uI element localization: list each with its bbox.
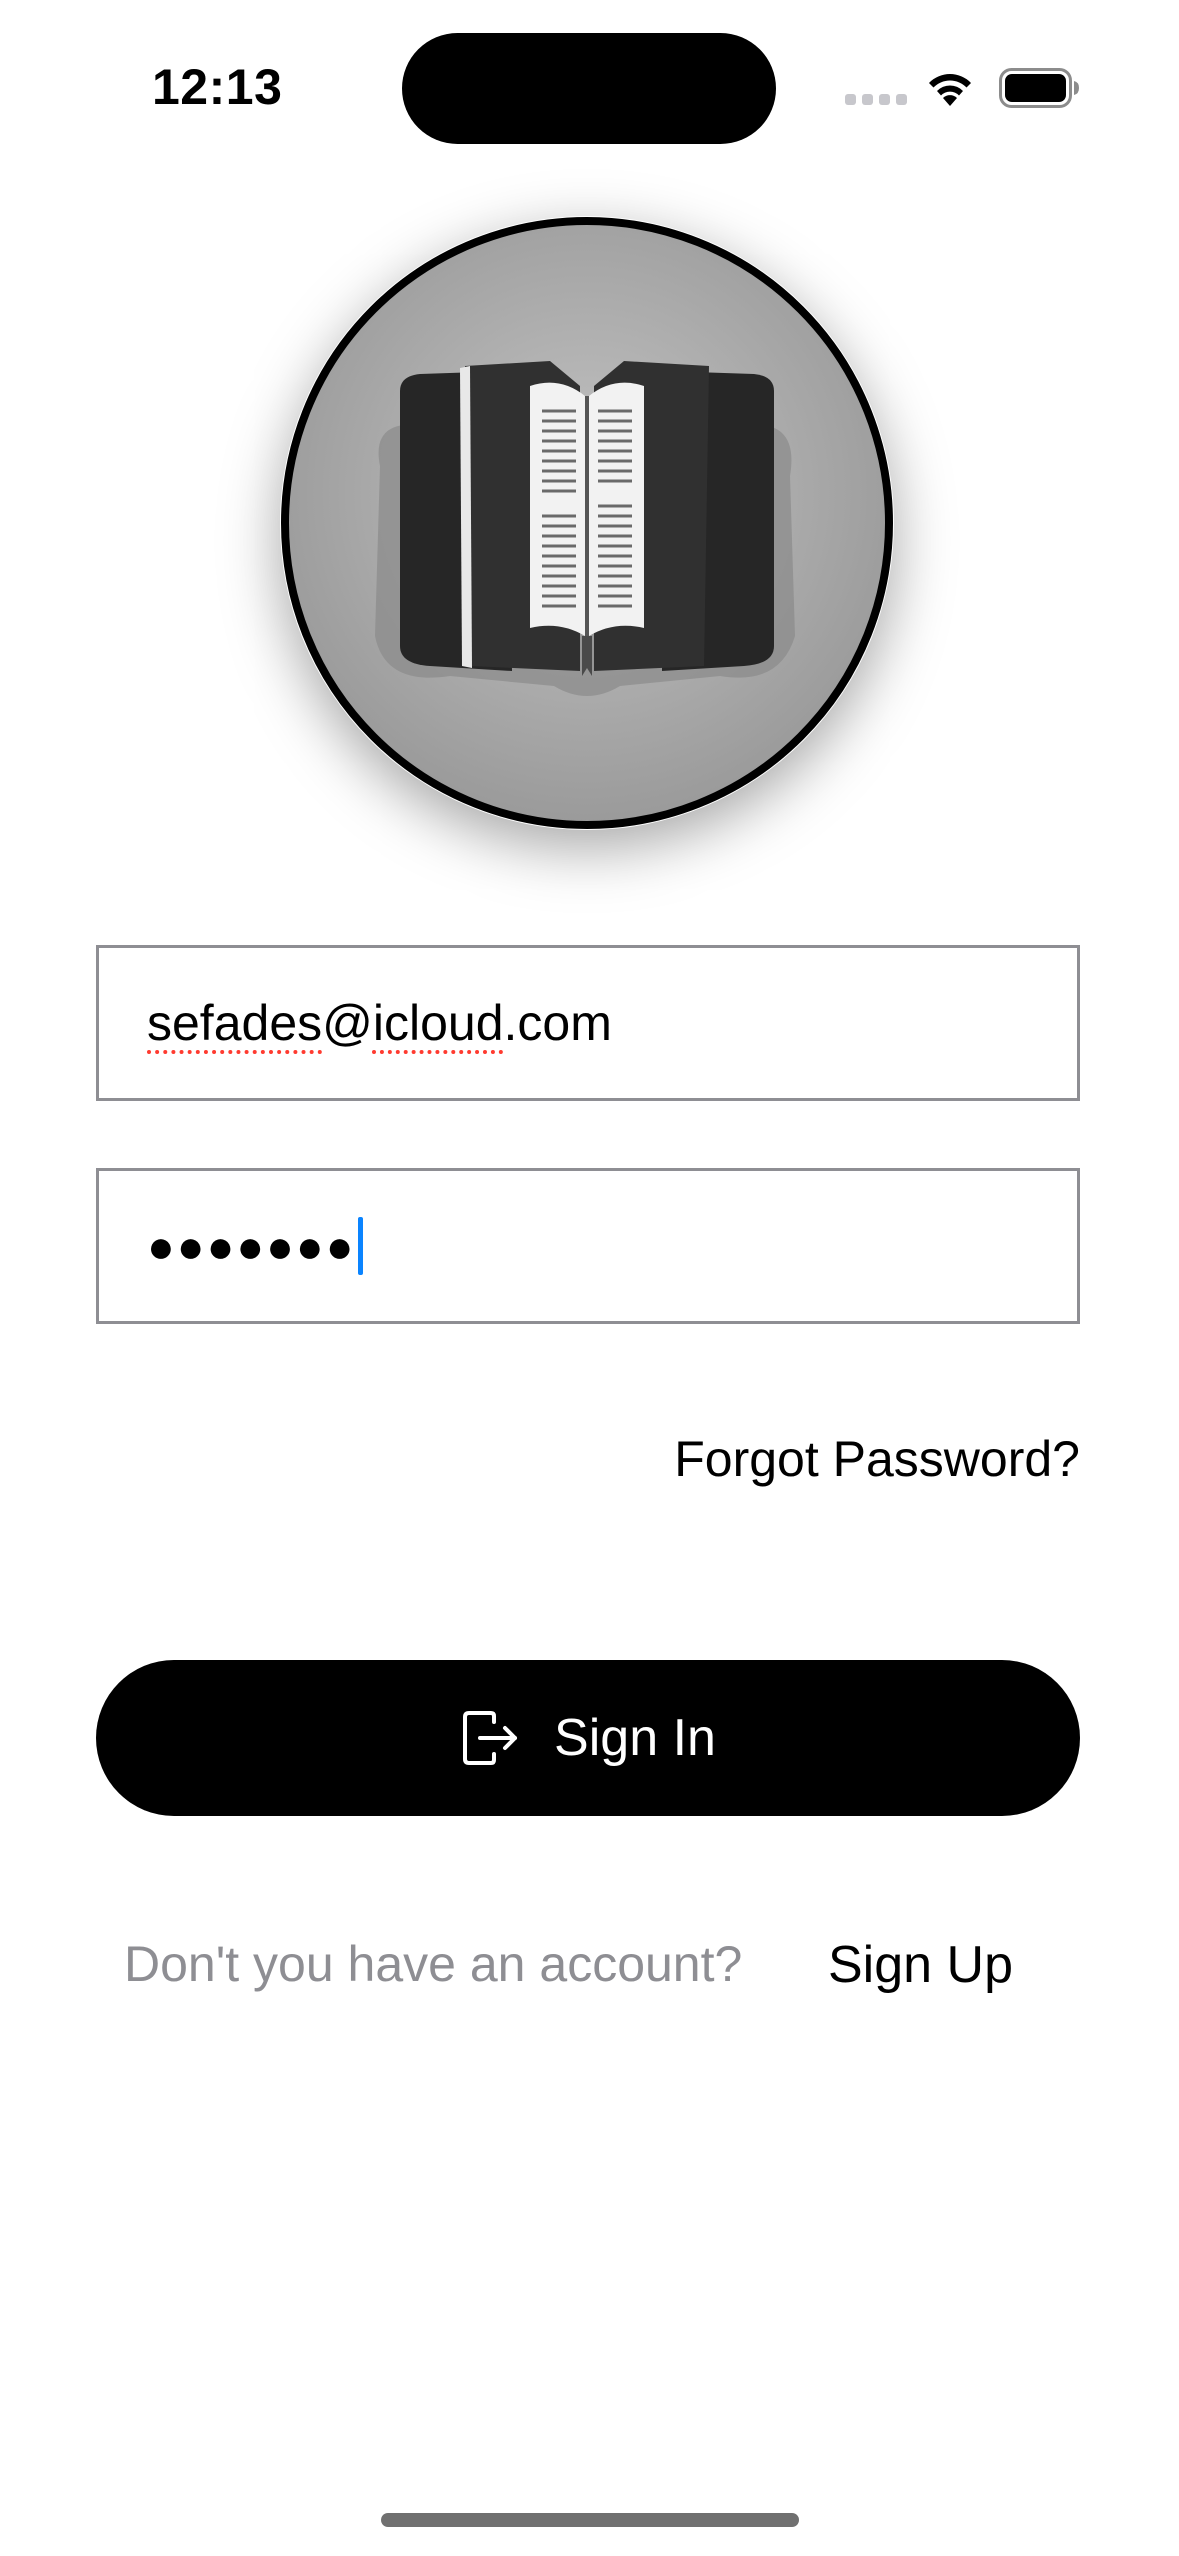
home-indicator[interactable]: [381, 2513, 799, 2527]
dynamic-island: [402, 33, 776, 144]
wifi-icon: [929, 74, 971, 106]
sign-in-button[interactable]: Sign In: [96, 1660, 1080, 1816]
account-prompt: Don't you have an account?: [124, 1936, 743, 1992]
battery-icon: [999, 68, 1079, 108]
sign-in-label: Sign In: [554, 1709, 716, 1767]
status-time: 12:13: [152, 59, 283, 115]
email-part-at: @: [322, 995, 373, 1051]
app-logo: [280, 216, 894, 830]
email-part-tld: .com: [503, 995, 612, 1051]
password-value: ●●●●●●●: [147, 1220, 356, 1272]
text-caret: [357, 1217, 363, 1275]
forgot-password-link[interactable]: Forgot Password?: [674, 1430, 1080, 1488]
open-book-icon: [281, 217, 893, 829]
sign-up-link[interactable]: Sign Up: [828, 1935, 1013, 1995]
email-value: sefades@icloud.com: [147, 994, 612, 1052]
email-field[interactable]: sefades@icloud.com: [96, 945, 1080, 1101]
password-field[interactable]: ●●●●●●●: [96, 1168, 1080, 1324]
sign-in-icon: [463, 1711, 518, 1765]
cellular-signal-icon: [845, 94, 907, 106]
email-part-user: sefades: [147, 995, 323, 1051]
login-screen: 12:13 sefades@icloud.com ●●●●●●● Forgot …: [0, 0, 1179, 2556]
email-part-domain: icloud: [372, 995, 504, 1051]
